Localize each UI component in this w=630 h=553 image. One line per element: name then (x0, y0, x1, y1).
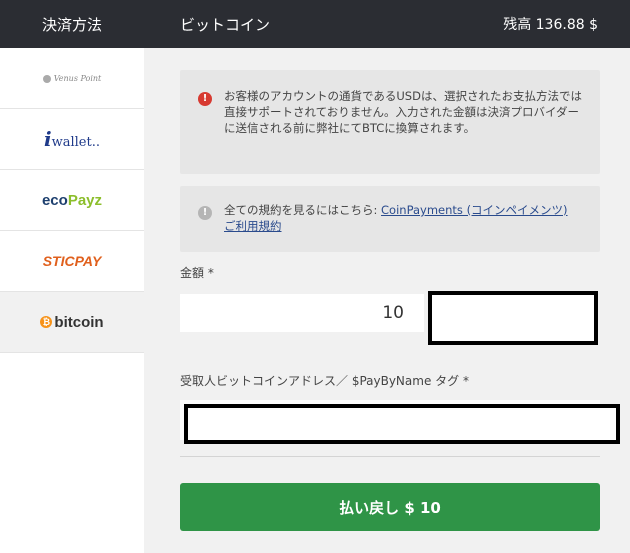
method-ecopayz[interactable]: ecoPayz (0, 170, 144, 231)
terms-notice: ! 全ての規約を見るにはこちら: CoinPayments (コインペイメンツ)… (180, 186, 600, 252)
top-bar: 決済方法 ビットコイン 残高 136.88 $ (0, 0, 630, 48)
divider (180, 456, 600, 457)
error-icon: ! (198, 92, 212, 106)
redaction-box (184, 404, 620, 444)
balance-display: 残高 136.88 $ (503, 17, 598, 33)
redaction-box (428, 291, 598, 345)
method-sticpay[interactable]: STICPAY (0, 231, 144, 292)
address-label: 受取人ビットコインアドレス／ $PayByName タグ * (180, 374, 469, 388)
info-icon: ! (198, 206, 212, 220)
currency-notice-text: お客様のアカウントの通貨であるUSDは、選択されたお支払方法では直接サポートされ… (224, 89, 582, 135)
page-title: ビットコイン (180, 15, 271, 34)
bitcoin-logo: ₿ bitcoin (40, 314, 104, 331)
ecopayz-logo: ecoPayz (41, 191, 103, 209)
main-panel: ! お客様のアカウントの通貨であるUSDは、選択されたお支払方法では直接サポート… (144, 48, 630, 553)
venus-point-logo: Venus Point (42, 74, 101, 83)
amount-label: 金額 * (180, 266, 214, 280)
payment-method-sidebar: Venus Point iwallet.. ecoPayz STICPAY ₿ b… (0, 48, 144, 553)
method-bitcoin[interactable]: ₿ bitcoin (0, 292, 144, 353)
method-iwallet[interactable]: iwallet.. (0, 109, 144, 170)
iwallet-logo: iwallet.. (44, 127, 100, 151)
bitcoin-icon: ₿ (40, 316, 53, 328)
section-title: 決済方法 (41, 15, 102, 34)
amount-input[interactable] (180, 294, 424, 332)
withdraw-button[interactable]: 払い戻し $ 10 (180, 483, 600, 531)
sticpay-logo: STICPAY (42, 253, 102, 269)
terms-notice-text: 全ての規約を見るにはこちら: (224, 203, 382, 217)
method-venus-point[interactable]: Venus Point (0, 48, 144, 109)
currency-notice: ! お客様のアカウントの通貨であるUSDは、選択されたお支払方法では直接サポート… (180, 70, 600, 174)
